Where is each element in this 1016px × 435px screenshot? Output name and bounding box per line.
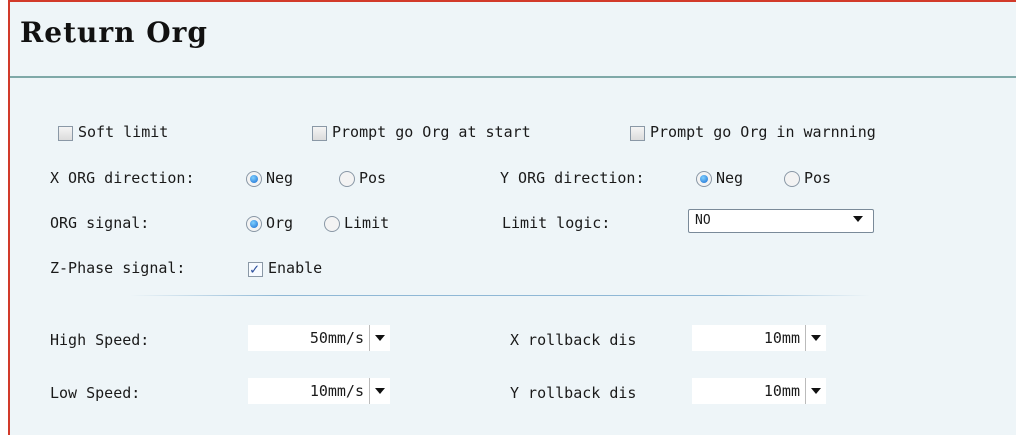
chevron-down-icon [811, 388, 821, 394]
z-phase-enable-label: Enable [268, 259, 323, 277]
x-rollback-value: 10mm [763, 329, 800, 347]
x-org-direction-label: X ORG direction: [50, 169, 195, 187]
org-signal-limit-radio[interactable] [324, 216, 340, 232]
x-org-pos-label: Pos [359, 169, 387, 187]
chevron-down-icon [375, 335, 385, 341]
section-divider [130, 295, 870, 296]
x-org-neg-radio[interactable] [246, 171, 262, 187]
org-signal-limit-label: Limit [344, 214, 390, 232]
prompt-org-start-label: Prompt go Org at start [332, 123, 531, 141]
chevron-down-icon [853, 216, 863, 222]
return-org-panel: Return Org Soft limit Prompt go Org at s… [8, 0, 1016, 435]
z-phase-enable-checkbox[interactable]: ✓ [248, 260, 263, 278]
high-speed-value: 50mm/s [309, 329, 364, 347]
org-signal-label: ORG signal: [50, 214, 150, 232]
x-org-neg-label: Neg [266, 169, 294, 187]
prompt-org-warning-checkbox[interactable] [630, 126, 645, 141]
x-rollback-combo[interactable]: 10mm [692, 325, 826, 351]
prompt-org-warning-label: Prompt go Org in warnning [650, 123, 876, 141]
y-rollback-label: Y rollback dis [510, 384, 637, 402]
y-org-pos-radio[interactable] [784, 171, 800, 187]
soft-limit-checkbox[interactable] [58, 126, 73, 141]
low-speed-combo[interactable]: 10mm/s [248, 378, 390, 404]
checkmark-icon: ✓ [250, 260, 260, 278]
soft-limit-label: Soft limit [78, 123, 169, 141]
org-signal-org-label: Org [266, 214, 294, 232]
high-speed-label: High Speed: [50, 331, 150, 349]
high-speed-dropdown-button[interactable] [369, 325, 390, 351]
x-rollback-dropdown-button[interactable] [805, 325, 826, 351]
low-speed-value: 10mm/s [309, 382, 364, 400]
prompt-org-start-checkbox[interactable] [312, 126, 327, 141]
chevron-down-icon [375, 388, 385, 394]
high-speed-combo[interactable]: 50mm/s [248, 325, 390, 351]
z-phase-label: Z-Phase signal: [50, 259, 186, 277]
limit-logic-select[interactable]: NO [688, 209, 874, 233]
y-org-neg-radio[interactable] [696, 171, 712, 187]
y-org-direction-label: Y ORG direction: [500, 169, 645, 187]
title-divider [10, 76, 1016, 78]
y-org-pos-label: Pos [804, 169, 832, 187]
org-signal-org-radio[interactable] [246, 216, 262, 232]
low-speed-dropdown-button[interactable] [369, 378, 390, 404]
y-org-neg-label: Neg [716, 169, 744, 187]
low-speed-label: Low Speed: [50, 384, 141, 402]
y-rollback-dropdown-button[interactable] [805, 378, 826, 404]
x-rollback-label: X rollback dis [510, 331, 637, 349]
limit-logic-value: NO [695, 213, 711, 228]
x-org-pos-radio[interactable] [339, 171, 355, 187]
y-rollback-value: 10mm [763, 382, 800, 400]
limit-logic-label: Limit logic: [502, 214, 611, 232]
y-rollback-combo[interactable]: 10mm [692, 378, 826, 404]
panel-title: Return Org [20, 16, 208, 49]
chevron-down-icon [811, 335, 821, 341]
